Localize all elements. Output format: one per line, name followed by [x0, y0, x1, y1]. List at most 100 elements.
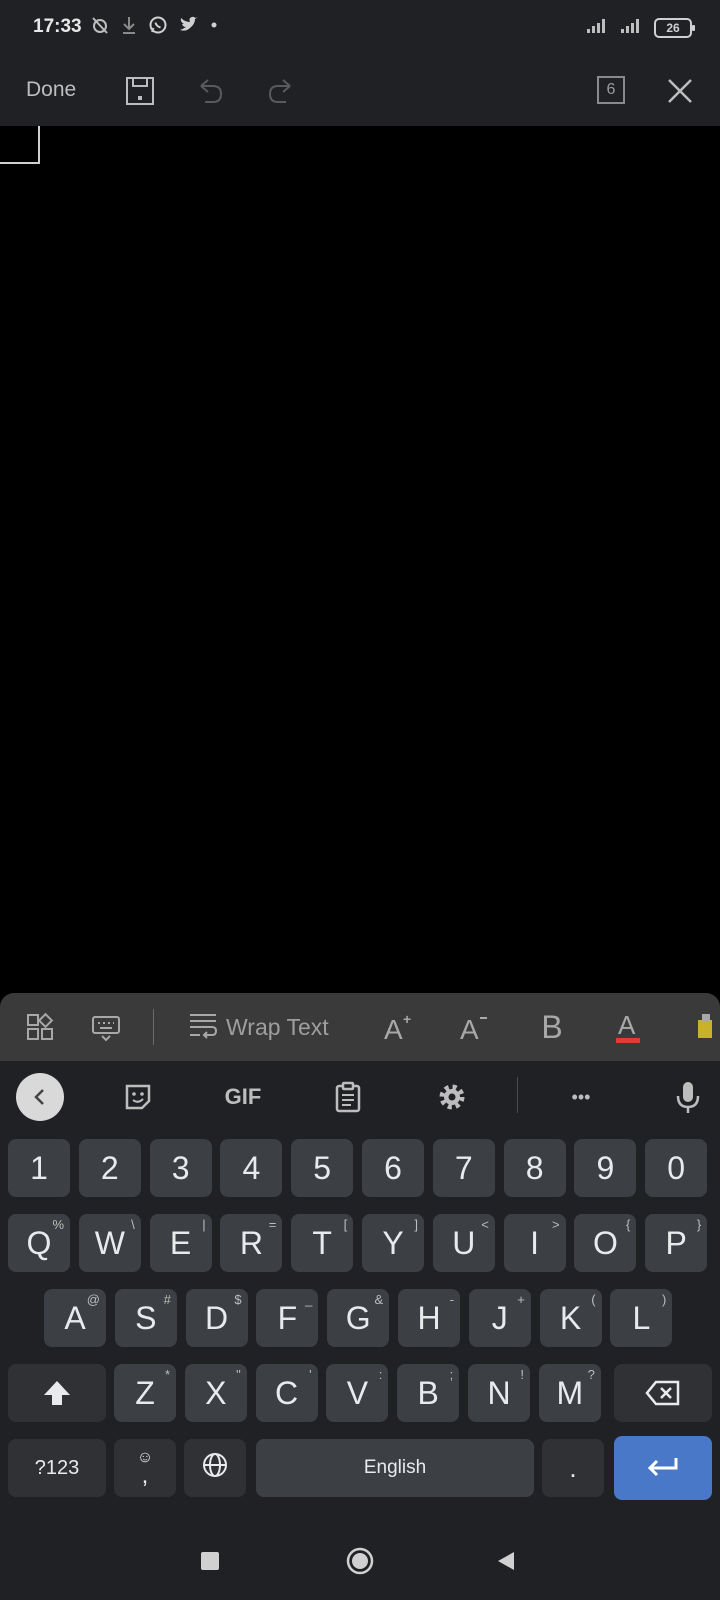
sticker-icon[interactable] — [114, 1073, 162, 1121]
key-label: 6 — [384, 1149, 402, 1186]
space-key[interactable]: English — [256, 1439, 534, 1497]
key-y[interactable]: Y] — [362, 1214, 424, 1272]
key-m[interactable]: M? — [538, 1364, 601, 1422]
key-z[interactable]: Z * — [114, 1364, 176, 1422]
key-label: 5 — [313, 1149, 332, 1186]
key-i[interactable]: I > — [503, 1214, 566, 1272]
key-q[interactable]: Q% — [8, 1214, 70, 1272]
key-hint: ] — [414, 1217, 418, 1232]
key-s[interactable]: S # — [114, 1289, 177, 1347]
emoji-comma-key[interactable]: ☺ , — [114, 1439, 176, 1497]
key-8[interactable]: 8 — [503, 1139, 566, 1197]
key-1[interactable]: 1 — [8, 1139, 70, 1197]
signal-icon — [586, 16, 610, 39]
comma-label: , — [141, 1462, 149, 1489]
signal-icon — [620, 16, 644, 39]
wrap-text-button[interactable]: Wrap Text — [188, 1005, 329, 1049]
back-icon[interactable] — [16, 1073, 64, 1121]
key-c[interactable]: C ' — [255, 1364, 318, 1422]
key-u[interactable]: U < — [432, 1214, 495, 1272]
key-o[interactable]: O{ — [574, 1214, 637, 1272]
key-j[interactable]: J + — [468, 1289, 531, 1347]
svg-text:A: A — [460, 1014, 479, 1043]
key-x[interactable]: X " — [184, 1364, 247, 1422]
close-icon[interactable] — [660, 71, 700, 111]
key-hint: } — [696, 1217, 702, 1232]
key-label: Y — [382, 1224, 404, 1261]
key-b[interactable]: B; — [397, 1364, 460, 1422]
key-l[interactable]: L) — [610, 1289, 673, 1347]
home-icon[interactable] — [342, 1543, 378, 1579]
key-label: 3 — [171, 1149, 190, 1186]
wrap-text-icon — [188, 1010, 218, 1045]
period-key[interactable]: . — [542, 1439, 604, 1497]
key-r[interactable]: R = — [220, 1214, 283, 1272]
key-d[interactable]: D $ — [185, 1289, 248, 1347]
key-f[interactable]: F _ — [256, 1289, 319, 1347]
font-size-decrease-icon[interactable]: A — [456, 1005, 492, 1049]
key-label: 1 — [30, 1149, 48, 1186]
recents-icon[interactable] — [192, 1543, 228, 1579]
key-h[interactable]: H- — [398, 1289, 460, 1347]
sheet-count-badge[interactable]: 6 — [597, 76, 625, 104]
selected-cell[interactable] — [0, 126, 40, 164]
done-button[interactable]: Done — [26, 78, 76, 102]
symbols-key[interactable]: ?123 — [8, 1439, 106, 1497]
save-icon[interactable] — [120, 71, 160, 111]
layout-icon[interactable] — [20, 1005, 60, 1049]
key-p[interactable]: P} — [645, 1214, 708, 1272]
key-2[interactable]: 2 — [78, 1139, 141, 1197]
key-k[interactable]: K( — [539, 1289, 602, 1347]
key-4[interactable]: 4 — [220, 1139, 283, 1197]
key-hint: - — [449, 1292, 454, 1307]
key-w[interactable]: W \ — [78, 1214, 141, 1272]
key-0[interactable]: 0 — [645, 1139, 708, 1197]
bold-icon[interactable]: B — [534, 1005, 570, 1049]
status-bar: 17:33 26 — [0, 0, 720, 56]
mic-icon[interactable] — [664, 1073, 712, 1121]
key-label: S — [135, 1299, 157, 1336]
key-7[interactable]: 7 — [432, 1139, 495, 1197]
editor-toolbar: Done 6 — [0, 56, 720, 126]
key-a[interactable]: A @ — [44, 1289, 106, 1347]
key-label: H — [417, 1299, 441, 1336]
key-label: X — [205, 1374, 227, 1411]
key-label: 7 — [454, 1149, 473, 1186]
key-label: K — [559, 1299, 582, 1336]
key-g[interactable]: G & — [327, 1289, 390, 1347]
shift-key[interactable] — [8, 1364, 106, 1422]
highlighter-icon[interactable] — [692, 1005, 720, 1049]
nav-back-icon[interactable] — [488, 1543, 524, 1579]
key-hint: > — [552, 1217, 560, 1232]
font-color-icon[interactable]: A — [610, 1005, 646, 1049]
undo-icon[interactable] — [190, 71, 230, 111]
format-separator — [153, 1009, 154, 1045]
redo-icon[interactable] — [261, 71, 301, 111]
spreadsheet-canvas[interactable] — [0, 126, 720, 996]
key-t[interactable]: T[ — [291, 1214, 354, 1272]
key-5[interactable]: 5 — [291, 1139, 354, 1197]
key-hint: = — [268, 1217, 277, 1232]
key-9[interactable]: 9 — [574, 1139, 637, 1197]
key-label: O — [592, 1224, 618, 1261]
clipboard-icon[interactable] — [324, 1073, 372, 1121]
font-size-increase-icon[interactable]: A + — [380, 1005, 416, 1049]
key-hint: " — [236, 1367, 241, 1382]
enter-key[interactable] — [614, 1436, 712, 1500]
key-e[interactable]: E | — [149, 1214, 212, 1272]
toolbar-separator — [517, 1077, 518, 1113]
key-3[interactable]: 3 — [149, 1139, 212, 1197]
key-v[interactable]: V: — [326, 1364, 389, 1422]
more-icon[interactable]: ••• — [556, 1073, 606, 1121]
key-hint: # — [163, 1292, 171, 1307]
key-label: M — [556, 1374, 584, 1411]
language-key[interactable] — [184, 1439, 246, 1497]
gif-icon[interactable]: GIF — [218, 1073, 268, 1121]
key-label: F — [277, 1299, 298, 1336]
settings-icon[interactable] — [428, 1073, 476, 1121]
key-label: J — [491, 1299, 508, 1336]
backspace-key[interactable] — [614, 1364, 712, 1422]
key-6[interactable]: 6 — [362, 1139, 424, 1197]
key-n[interactable]: N! — [468, 1364, 530, 1422]
keyboard-toggle-icon[interactable] — [86, 1005, 126, 1049]
